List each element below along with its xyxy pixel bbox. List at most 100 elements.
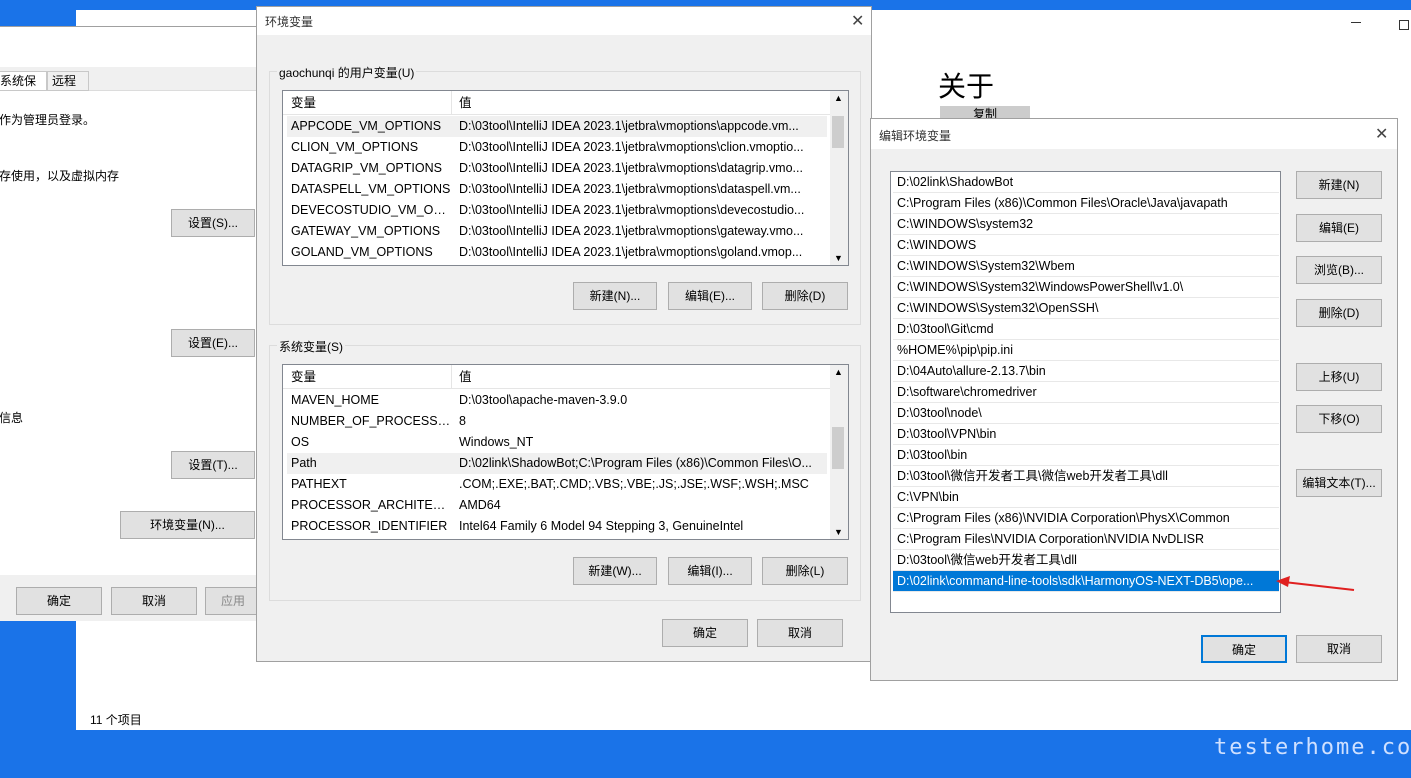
column-header-value: 值	[459, 370, 472, 384]
user-vars-label: gaochunqi 的用户变量(U)	[277, 64, 417, 81]
variable-value: D:\03tool\IntelliJ IDEA 2023.1\jetbra\vm…	[459, 224, 804, 238]
variable-name: MAVEN_HOME	[291, 393, 379, 407]
ok-button[interactable]: 确定	[16, 587, 102, 615]
table-row[interactable]: DATASPELL_VM_OPTIONS D:\03tool\IntelliJ I…	[287, 179, 827, 200]
scrollbar[interactable]: ▲ ▼	[830, 365, 848, 539]
status-bar: 11 个项目	[90, 713, 142, 727]
variable-name: PATHEXT	[291, 477, 347, 491]
table-row[interactable]: PATHEXT .COM;.EXE;.BAT;.CMD;.VBS;.VBE;.JS…	[287, 474, 827, 495]
variable-value: D:\02link\ShadowBot;C:\Program Files (x8…	[459, 456, 812, 470]
list-item[interactable]: C:\WINDOWS\System32\OpenSSH\	[893, 298, 1279, 319]
system-new-button[interactable]: 新建(W)...	[573, 557, 657, 585]
edit-text-button[interactable]: 编辑文本(T)...	[1296, 469, 1382, 497]
variable-name: CLION_VM_OPTIONS	[291, 140, 419, 154]
list-item[interactable]: C:\Program Files\NVIDIA Corporation\NVID…	[893, 529, 1279, 550]
list-item[interactable]: C:\WINDOWS\System32\Wbem	[893, 256, 1279, 277]
table-row[interactable]: Path D:\02link\ShadowBot;C:\Program Files…	[287, 453, 827, 474]
variable-name: PROCESSOR_ARCHITECT...	[291, 498, 451, 512]
variable-value: D:\03tool\apache-maven-3.9.0	[459, 393, 628, 407]
cancel-button[interactable]: 取消	[111, 587, 197, 615]
user-vars-table[interactable]: 变量 值 APPCODE_VM_OPTIONS D:\03tool\IntelliJ…	[282, 90, 849, 266]
info-text: 信息	[0, 411, 24, 425]
table-row[interactable]: DATAGRIP_VM_OPTIONS D:\03tool\IntelliJ ID…	[287, 158, 827, 179]
list-item[interactable]: D:\04Auto\allure-2.13.7\bin	[893, 361, 1279, 382]
table-row[interactable]: PROCESSOR_IDENTIFIER Intel64 Family 6 Mod…	[287, 516, 827, 537]
list-item[interactable]: D:\03tool\微信web开发者工具\dll	[893, 550, 1279, 571]
variable-name: Path	[291, 456, 317, 470]
system-delete-button[interactable]: 删除(L)	[762, 557, 848, 585]
system-vars-table[interactable]: 变量 值 MAVEN_HOME D:\03tool\apache-maven-3.9…	[282, 364, 849, 540]
list-item[interactable]: D:\03tool\Git\cmd	[893, 319, 1279, 340]
list-item[interactable]: D:\02link\ShadowBot	[893, 172, 1279, 193]
system-vars-label: 系统变量(S)	[277, 338, 345, 355]
close-icon[interactable]: ✕	[1375, 124, 1388, 144]
title-bar	[257, 7, 871, 35]
variable-value: D:\03tool\IntelliJ IDEA 2023.1\jetbra\vm…	[459, 182, 801, 196]
table-row[interactable]: APPCODE_VM_OPTIONS D:\03tool\IntelliJ IDE…	[287, 116, 827, 137]
table-row[interactable]: CLION_VM_OPTIONS D:\03tool\IntelliJ IDEA …	[287, 137, 827, 158]
variable-name: PROCESSOR_IDENTIFIER	[291, 519, 448, 533]
admin-text: 作为管理员登录。	[0, 113, 96, 127]
edit-button[interactable]: 编辑(E)	[1296, 214, 1382, 242]
list-item[interactable]: D:\software\chromedriver	[893, 382, 1279, 403]
list-item[interactable]: C:\Program Files (x86)\Common Files\Orac…	[893, 193, 1279, 214]
variable-value: D:\03tool\IntelliJ IDEA 2023.1\jetbra\vm…	[459, 140, 804, 154]
variable-value: D:\03tool\IntelliJ IDEA 2023.1\jetbra\vm…	[459, 161, 803, 175]
variable-value: Intel64 Family 6 Model 94 Stepping 3, Ge…	[459, 519, 744, 533]
list-item[interactable]: %HOME%\pip\pip.ini	[893, 340, 1279, 361]
variable-value: Windows_NT	[459, 435, 534, 449]
list-item[interactable]: D:\03tool\微信开发者工具\微信web开发者工具\dll	[893, 466, 1279, 487]
tab-remote[interactable]: 远程	[47, 71, 89, 91]
maximize-icon[interactable]	[1399, 20, 1409, 30]
table-row[interactable]: PROCESSOR_ARCHITECT... AMD64	[287, 495, 827, 516]
variable-value: AMD64	[459, 498, 501, 512]
new-button[interactable]: 新建(N)	[1296, 171, 1382, 199]
cancel-button[interactable]: 取消	[757, 619, 843, 647]
browse-button[interactable]: 浏览(B)...	[1296, 256, 1382, 284]
variable-name: NUMBER_OF_PROCESSORS	[291, 414, 451, 428]
move-up-button[interactable]: 上移(U)	[1296, 363, 1382, 391]
user-delete-button[interactable]: 删除(D)	[762, 282, 848, 310]
table-row[interactable]: NUMBER_OF_PROCESSORS 8	[287, 411, 827, 432]
settings-e-button[interactable]: 设置(E)...	[171, 329, 255, 357]
list-item[interactable]: C:\WINDOWS\system32	[893, 214, 1279, 235]
table-row[interactable]: MAVEN_HOME D:\03tool\apache-maven-3.9.0	[287, 390, 827, 411]
settings-s-button[interactable]: 设置(S)...	[171, 209, 255, 237]
list-item[interactable]: D:\03tool\VPN\bin	[893, 424, 1279, 445]
variable-value: D:\03tool\IntelliJ IDEA 2023.1\jetbra\vm…	[459, 119, 799, 133]
delete-button[interactable]: 删除(D)	[1296, 299, 1382, 327]
table-row[interactable]: DEVECOSTUDIO_VM_OPT... D:\03tool\IntelliJ…	[287, 200, 827, 221]
move-down-button[interactable]: 下移(O)	[1296, 405, 1382, 433]
user-new-button[interactable]: 新建(N)...	[573, 282, 657, 310]
tab-system-protection[interactable]: 系统保护	[0, 71, 47, 91]
close-icon[interactable]: ✕	[851, 11, 864, 31]
list-item[interactable]: C:\WINDOWS	[893, 235, 1279, 256]
list-item[interactable]: C:\VPN\bin	[893, 487, 1279, 508]
path-list[interactable]: D:\02link\ShadowBot C:\Program Files (x86…	[890, 171, 1281, 613]
variable-value: 8	[459, 414, 466, 428]
memory-text: 存使用，以及虚拟内存	[0, 169, 120, 183]
scrollbar[interactable]: ▲ ▼	[830, 91, 848, 265]
settings-t-button[interactable]: 设置(T)...	[171, 451, 255, 479]
apply-button[interactable]: 应用	[205, 587, 261, 615]
user-edit-button[interactable]: 编辑(E)...	[668, 282, 752, 310]
list-item[interactable]: C:\WINDOWS\System32\WindowsPowerShell\v1…	[893, 277, 1279, 298]
ok-button[interactable]: 确定	[1201, 635, 1287, 663]
variable-name: GATEWAY_VM_OPTIONS	[291, 224, 441, 238]
variable-name: DEVECOSTUDIO_VM_OPT...	[291, 203, 451, 217]
variable-value: D:\03tool\IntelliJ IDEA 2023.1\jetbra\vm…	[459, 203, 805, 217]
table-row[interactable]: GATEWAY_VM_OPTIONS D:\03tool\IntelliJ IDE…	[287, 221, 827, 242]
system-edit-button[interactable]: 编辑(I)...	[668, 557, 752, 585]
list-item[interactable]: D:\02link\command-line-tools\sdk\Harmony…	[893, 571, 1279, 592]
red-arrow-icon	[1276, 576, 1355, 591]
ok-button[interactable]: 确定	[662, 619, 748, 647]
list-item[interactable]: C:\Program Files (x86)\NVIDIA Corporatio…	[893, 508, 1279, 529]
environment-variables-button[interactable]: 环境变量(N)...	[120, 511, 255, 539]
table-row[interactable]: OS Windows_NT	[287, 432, 827, 453]
minimize-icon[interactable]	[1351, 22, 1361, 23]
table-row[interactable]: GOLAND_VM_OPTIONS D:\03tool\IntelliJ IDEA…	[287, 242, 827, 263]
list-item[interactable]: D:\03tool\bin	[893, 445, 1279, 466]
list-item[interactable]: D:\03tool\node\	[893, 403, 1279, 424]
system-properties-window: 系统保护 远程 作为管理员登录。 存使用，以及虚拟内存 设置(S)... 信息 …	[0, 26, 261, 621]
cancel-button[interactable]: 取消	[1296, 635, 1382, 663]
